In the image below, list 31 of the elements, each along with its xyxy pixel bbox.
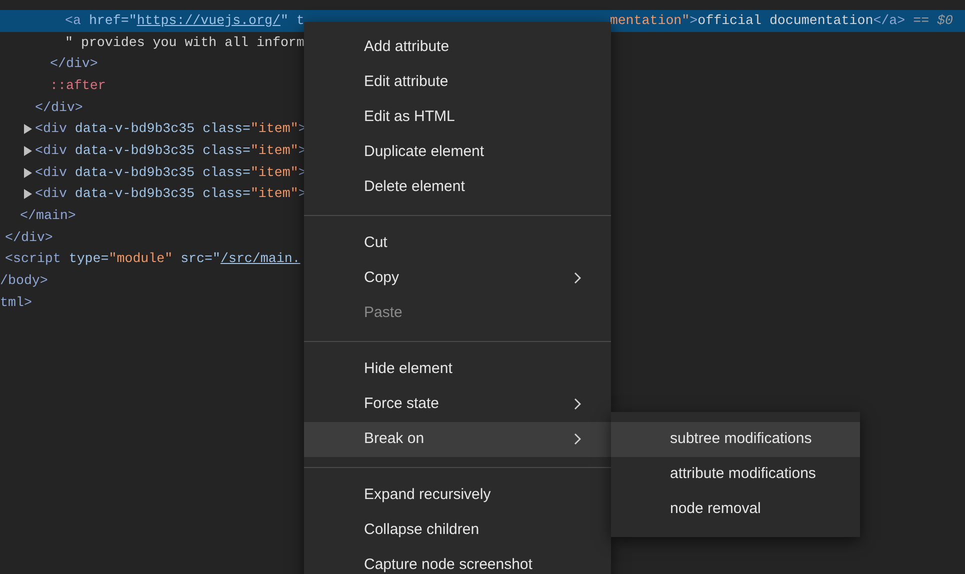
menu-item[interactable]: Force state [304,387,611,422]
menu-item[interactable]: Edit attribute [304,65,611,100]
code-line: <a href="https://vuejs.org/" t [65,12,304,30]
menu-item[interactable]: Add attribute [304,30,611,65]
menu-item[interactable]: Cut [304,226,611,261]
code-line: </div> [50,55,98,74]
menu-item[interactable]: attribute modifications [611,457,860,492]
code-line: </div> [5,228,53,247]
menu-item[interactable]: Duplicate element [304,135,611,170]
menu-item[interactable]: Edit as HTML [304,100,611,135]
menu-item[interactable]: node removal [611,492,860,527]
expand-triangle-icon[interactable] [24,124,32,134]
expand-triangle-icon[interactable] [24,168,32,178]
menu-item[interactable]: subtree modifications [611,422,860,457]
code-line: </main> [20,207,76,226]
expand-triangle-icon[interactable] [24,146,32,156]
code-line: " provides you with all inform [65,34,304,52]
code-line: mentation">official documentation</a> == $0 [610,12,954,30]
menu-item[interactable]: Copy [304,261,611,296]
code-line: ::after [50,76,106,95]
menu-item[interactable]: Capture node screenshot [304,548,611,574]
code-line: </div> [35,98,83,117]
menu-item[interactable]: Break on [304,422,611,457]
menu-item[interactable]: Collapse children [304,513,611,548]
code-line: <script type="module" src="/src/main. [5,250,300,268]
menu-item[interactable]: Hide element [304,352,611,387]
code-line: tml> [0,294,32,312]
menu-item[interactable]: Delete element [304,170,611,205]
expand-triangle-icon[interactable] [24,189,32,200]
code-line: /body> [0,272,48,290]
menu-item[interactable]: Expand recursively [304,478,611,513]
